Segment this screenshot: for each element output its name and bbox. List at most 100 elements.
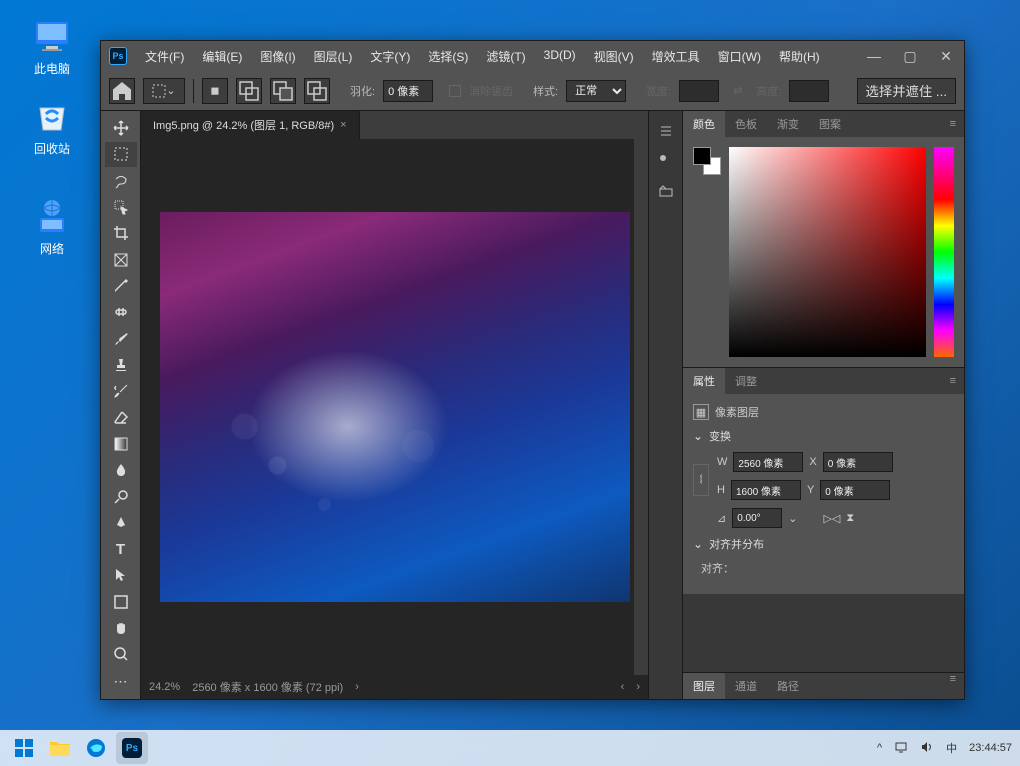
tray-chevron-icon[interactable]: ^ [877, 742, 882, 754]
menu-type[interactable]: 文字(Y) [364, 44, 416, 69]
menu-image[interactable]: 图像(I) [254, 44, 301, 69]
menu-plugins[interactable]: 增效工具 [646, 44, 706, 69]
desktop-icon-network[interactable]: 网络 [16, 196, 88, 257]
desktop-icon-recycle[interactable]: 回收站 [16, 96, 88, 157]
healing-tool[interactable] [105, 300, 137, 324]
tray-clock[interactable]: 23:44:57 [969, 742, 1012, 754]
tab-swatches[interactable]: 色板 [725, 111, 767, 137]
foreground-color[interactable] [693, 147, 711, 165]
doc-dimensions[interactable]: 2560 像素 x 1600 像素 (72 ppi) [192, 679, 343, 695]
taskbar-explorer[interactable] [44, 732, 76, 764]
selection-intersect[interactable] [304, 78, 330, 104]
vertical-scrollbar[interactable] [634, 139, 648, 675]
canvas-viewport[interactable] [141, 139, 648, 675]
tray-network-icon[interactable] [894, 740, 908, 757]
home-button[interactable] [109, 78, 135, 104]
tab-paths[interactable]: 路径 [767, 673, 809, 699]
tab-channels[interactable]: 通道 [725, 673, 767, 699]
type-tool[interactable]: T [105, 537, 137, 561]
antialias-checkbox[interactable] [449, 85, 461, 97]
marquee-tool[interactable] [105, 142, 137, 166]
style-select[interactable]: 正常 [566, 80, 626, 102]
lasso-tool[interactable] [105, 169, 137, 193]
collapsed-panel-1[interactable] [654, 119, 678, 143]
panel-menu-button[interactable]: ≡ [942, 673, 964, 699]
gradient-tool[interactable] [105, 432, 137, 456]
menu-select[interactable]: 选择(S) [422, 44, 474, 69]
color-swatch[interactable] [693, 147, 721, 175]
collapsed-panel-3[interactable] [654, 179, 678, 203]
select-and-mask-button[interactable]: 选择并遮住 ... [857, 78, 956, 104]
tray-volume-icon[interactable] [920, 740, 934, 757]
menu-file[interactable]: 文件(F) [139, 44, 190, 69]
frame-tool[interactable] [105, 248, 137, 272]
marquee-tool-preset[interactable]: ⌄ [143, 78, 185, 104]
start-button[interactable] [8, 732, 40, 764]
move-tool[interactable] [105, 116, 137, 140]
crop-tool[interactable] [105, 221, 137, 245]
tab-color[interactable]: 颜色 [683, 111, 725, 137]
tab-gradients[interactable]: 渐变 [767, 111, 809, 137]
stamp-tool[interactable] [105, 353, 137, 377]
color-field[interactable] [729, 147, 926, 357]
tab-adjustments[interactable]: 调整 [725, 368, 767, 394]
menu-view[interactable]: 视图(V) [588, 44, 640, 69]
desktop-icon-this-pc[interactable]: 此电脑 [16, 16, 88, 77]
angle-input[interactable] [732, 508, 782, 528]
dodge-tool[interactable] [105, 484, 137, 508]
feather-input[interactable] [383, 80, 433, 102]
menu-edit[interactable]: 编辑(E) [196, 44, 248, 69]
flip-horizontal-button[interactable]: ▷◁ [823, 512, 840, 525]
more-tools[interactable]: ⋯ [105, 670, 137, 694]
eraser-tool[interactable] [105, 405, 137, 429]
status-nav-right[interactable]: › [636, 681, 640, 693]
tab-close-button[interactable]: × [340, 119, 346, 131]
eyedropper-tool[interactable] [105, 274, 137, 298]
tray-ime[interactable]: 中 [946, 740, 957, 756]
panel-menu-button[interactable]: ≡ [942, 375, 964, 387]
minimize-button[interactable]: — [864, 48, 884, 65]
hue-slider[interactable] [934, 147, 954, 357]
width-input[interactable] [733, 452, 803, 472]
taskbar-edge[interactable] [80, 732, 112, 764]
menu-3d[interactable]: 3D(D) [538, 44, 582, 69]
close-button[interactable]: ✕ [936, 48, 956, 65]
selection-add[interactable] [236, 78, 262, 104]
panel-menu-button[interactable]: ≡ [942, 118, 964, 130]
selection-new[interactable]: ◼ [202, 78, 228, 104]
transform-section-header[interactable]: 变换 [693, 428, 954, 444]
status-arrow[interactable]: › [355, 681, 359, 693]
path-select-tool[interactable] [105, 563, 137, 587]
tab-layers[interactable]: 图层 [683, 673, 725, 699]
status-nav-left[interactable]: ‹ [621, 681, 625, 693]
y-input[interactable] [820, 480, 890, 500]
document-tab[interactable]: Img5.png @ 24.2% (图层 1, RGB/8#) × [141, 111, 360, 139]
align-section-header[interactable]: 对齐并分布 [693, 536, 954, 552]
hand-tool[interactable] [105, 616, 137, 640]
brush-tool[interactable] [105, 327, 137, 351]
menu-help[interactable]: 帮助(H) [773, 44, 826, 69]
quick-select-tool[interactable] [105, 195, 137, 219]
menu-filter[interactable]: 滤镜(T) [480, 44, 531, 69]
taskbar-photoshop[interactable]: Ps [116, 732, 148, 764]
blur-tool[interactable] [105, 458, 137, 482]
selection-subtract[interactable] [270, 78, 296, 104]
x-input[interactable] [823, 452, 893, 472]
history-brush-tool[interactable] [105, 379, 137, 403]
zoom-value[interactable]: 24.2% [149, 681, 180, 693]
canvas-image[interactable] [160, 212, 630, 602]
shape-tool[interactable] [105, 590, 137, 614]
angle-dropdown[interactable]: ⌄ [788, 512, 797, 525]
menu-window[interactable]: 窗口(W) [712, 44, 767, 69]
tab-patterns[interactable]: 图案 [809, 111, 851, 137]
maximize-button[interactable]: ▢ [900, 48, 920, 65]
zoom-tool[interactable] [105, 642, 137, 666]
link-dimensions-button[interactable]: 𝄔 [693, 464, 709, 496]
menu-layer[interactable]: 图层(L) [308, 44, 359, 69]
titlebar[interactable]: Ps 文件(F) 编辑(E) 图像(I) 图层(L) 文字(Y) 选择(S) 滤… [101, 41, 964, 71]
collapsed-panel-2[interactable] [654, 149, 678, 173]
pen-tool[interactable] [105, 511, 137, 535]
height-input[interactable] [731, 480, 801, 500]
flip-vertical-button[interactable]: ⧗ [846, 512, 854, 525]
tab-properties[interactable]: 属性 [683, 368, 725, 394]
